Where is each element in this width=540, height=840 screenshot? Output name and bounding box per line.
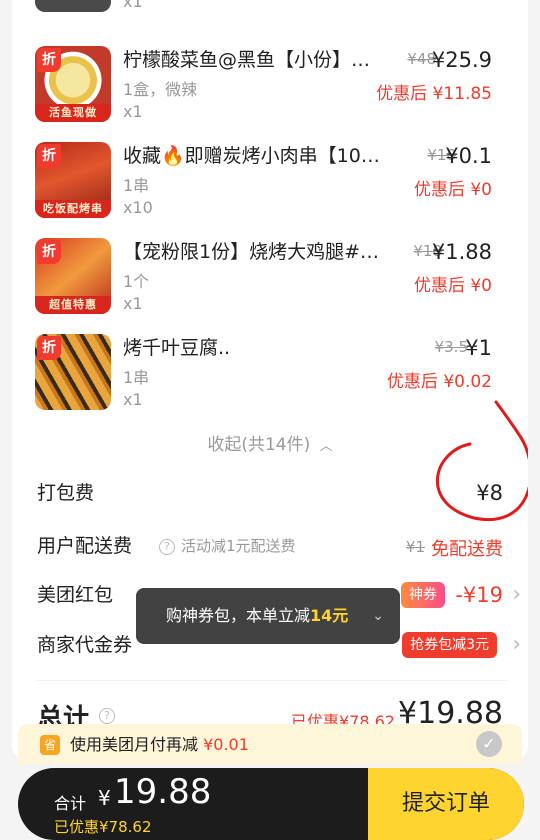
collapse-toggle[interactable]: 收起(共14件) ︿ [12,430,528,455]
voucher-label: 商家代金券 [37,634,133,656]
order-card: x1 折 活鱼现做 柠檬酸菜鱼@黑鱼【小份】… 1盒，微辣 x1 ¥48 ¥25… [12,0,528,760]
discount-badge: 折 [37,48,61,72]
redpacket-label: 美团红包 [37,584,114,606]
help-icon[interactable]: ? [99,706,121,724]
delivery-fee-value: 免配送费 [431,539,503,560]
save-icon: 省 [40,735,60,755]
list-item[interactable]: 折 超值特惠 【宠粉限1份】烧烤大鸡腿#… 1个 x1 ¥18 ¥1.88 优惠… [12,238,528,334]
item-name: 收藏🔥即赠炭烤小肉串【10… [123,145,380,167]
monthly-pay-label: 使用美团月付再减 [70,735,199,754]
delivery-original-fee: ¥1 [405,538,425,556]
food-image: 折 [35,334,111,410]
image-banner: 超值特惠 [35,296,111,314]
toast-amount: 14元 [310,606,349,625]
monthly-pay-bar[interactable]: 省 使用美团月付再减 ¥0.01 ✓ [18,724,522,764]
list-item[interactable]: 折 烤千叶豆腐.. 1串 x1 ¥3.5 ¥1 优惠后 ¥0.02 [12,334,528,430]
item-spec: 1个 [123,272,150,291]
food-image [35,0,111,12]
chevron-down-icon: ⌄ [372,608,384,624]
list-item[interactable]: 折 活鱼现做 柠檬酸菜鱼@黑鱼【小份】… 1盒，微辣 x1 ¥48 ¥25.9 … [12,46,528,142]
item-qty: x1 [123,390,143,409]
item-price: ¥25.9 [431,48,492,72]
list-item[interactable]: 折 吃饭配烤串 收藏🔥即赠炭烤小肉串【10… 1串 x10 ¥18 ¥0.1 优… [12,142,528,238]
item-price: ¥1.88 [431,240,492,264]
item-qty: x1 [123,0,143,11]
chevron-right-icon: › [512,582,521,607]
packing-fee-label: 打包费 [37,482,95,504]
monthly-pay-text: 使用美团月付再减 ¥0.01 [70,724,249,766]
monthly-pay-amount: ¥0.01 [203,735,249,754]
image-banner: 吃饭配烤串 [35,200,111,218]
item-name: 柠檬酸菜鱼@黑鱼【小份】… [123,49,371,71]
item-name: 烤千叶豆腐.. [123,337,231,359]
voucher-pack-tag[interactable]: 抢券包减3元 [402,632,497,658]
saved-amount: 已优惠¥78.62 [54,818,152,836]
discount-badge: 折 [37,144,61,168]
item-price: ¥0.1 [445,144,492,168]
help-icon: ? [159,539,175,555]
packing-fee-row: 打包费 ¥8 [37,478,507,518]
item-qty: x1 [123,294,143,313]
delivery-hint-text: 活动减1元配送费 [181,537,296,555]
redpacket-value: -¥19 [455,583,503,607]
item-spec: 1盒，微辣 [123,80,198,99]
checkout-bar: 合计 ¥ 19.88 已优惠¥78.62 提交订单 [18,768,524,840]
food-image: 折 超值特惠 [35,238,111,314]
delivery-hint[interactable]: ? 活动减1元配送费 [159,535,296,556]
discount-badge: 折 [37,240,61,264]
delivery-fee-row: 用户配送费 ? 活动减1元配送费 ¥1 免配送费 [37,531,507,571]
toast-text: 购神券包，本单立减 [166,606,311,625]
item-price: ¥1 [465,336,492,360]
food-image: 折 吃饭配烤串 [35,142,111,218]
delivery-fee-label: 用户配送费 [37,535,133,557]
list-item[interactable]: x1 [12,0,528,32]
coupon-tag: 神券 [401,582,445,608]
price-after-discount: 优惠后 ¥11.85 [376,84,492,104]
item-spec: 1串 [123,368,150,387]
collapse-label: 收起(共14件) [207,435,311,455]
item-spec: 1串 [123,176,150,195]
chevron-up-icon: ︿ [319,439,333,454]
sum-amount: 19.88 [114,772,212,812]
price-after-discount: 优惠后 ¥0 [413,180,492,200]
image-banner: 活鱼现做 [35,104,111,122]
original-price: ¥3.5 [434,338,468,356]
discount-badge: 折 [37,336,61,360]
packing-fee-value: ¥8 [476,481,503,505]
item-qty: x1 [123,102,143,121]
item-name: 【宠粉限1份】烧烤大鸡腿#… [123,241,380,263]
price-after-discount: 优惠后 ¥0 [413,276,492,296]
item-qty: x10 [123,198,153,217]
price-after-discount: 优惠后 ¥0.02 [386,372,492,392]
checkbox-icon[interactable]: ✓ [476,731,502,757]
chevron-right-icon: › [512,632,521,657]
sum-currency: ¥ [98,786,111,810]
sum-label: 合计 [54,794,87,813]
submit-order-button[interactable]: 提交订单 [368,768,524,840]
food-image: 折 活鱼现做 [35,46,111,122]
coupon-toast[interactable]: 购神券包，本单立减14元 ⌄ [136,588,400,644]
divider [37,680,507,681]
